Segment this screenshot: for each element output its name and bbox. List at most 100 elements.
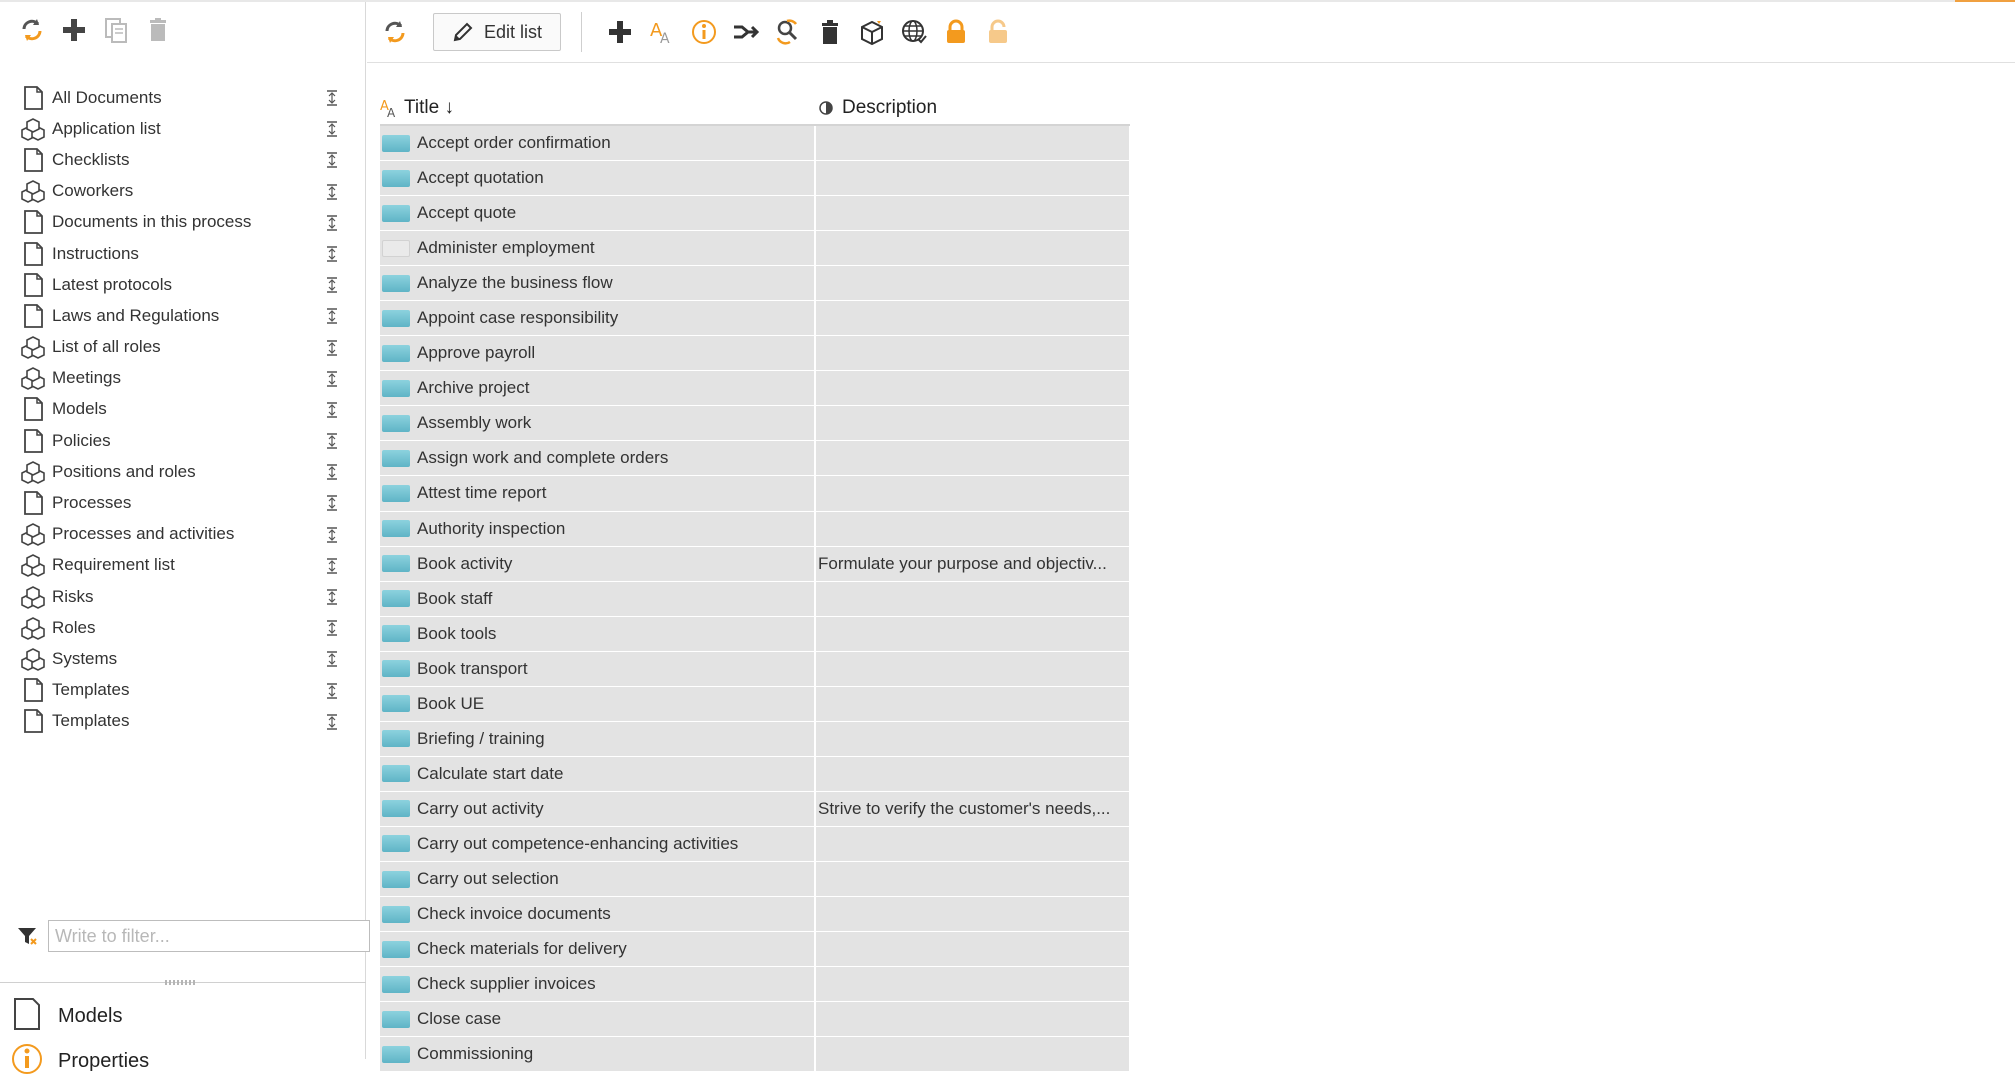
refresh-icon[interactable]	[381, 18, 409, 46]
description-cell[interactable]	[816, 651, 1129, 687]
table-row[interactable]: Archive project	[380, 371, 1130, 407]
title-cell[interactable]: Approve payroll	[380, 336, 816, 372]
title-cell[interactable]: Archive project	[380, 371, 816, 407]
drag-handle-icon[interactable]	[326, 370, 338, 387]
drag-handle-icon[interactable]	[326, 682, 338, 699]
nav-item[interactable]: Processes and activities	[18, 519, 348, 550]
tab-properties[interactable]: Properties	[10, 1042, 149, 1081]
nav-item[interactable]: Requirement list	[18, 550, 348, 581]
title-cell[interactable]: Check invoice documents	[380, 897, 816, 933]
description-cell[interactable]	[816, 1002, 1129, 1038]
drag-handle-icon[interactable]	[326, 308, 338, 325]
description-cell[interactable]	[816, 511, 1129, 547]
nav-item[interactable]: Systems	[18, 643, 348, 674]
globe-icon[interactable]	[900, 18, 928, 46]
description-cell[interactable]	[816, 967, 1129, 1003]
description-cell[interactable]	[816, 161, 1129, 197]
nav-item[interactable]: All Documents	[18, 82, 348, 113]
table-row[interactable]: Check supplier invoices	[380, 967, 1130, 1003]
table-row[interactable]: Commissioning	[380, 1037, 1130, 1073]
title-cell[interactable]: Accept quote	[380, 196, 816, 232]
column-header-description[interactable]: Description	[818, 97, 1130, 119]
nav-item[interactable]: List of all roles	[18, 332, 348, 363]
panel-splitter[interactable]	[0, 977, 366, 989]
nav-item[interactable]: Policies	[18, 425, 348, 456]
description-cell[interactable]	[816, 336, 1129, 372]
table-row[interactable]: Accept quotation	[380, 161, 1130, 197]
nav-item[interactable]: Checklists	[18, 144, 348, 175]
title-cell[interactable]: Check materials for delivery	[380, 932, 816, 968]
drag-handle-icon[interactable]	[326, 402, 338, 418]
description-cell[interactable]	[816, 1037, 1129, 1073]
title-cell[interactable]: Briefing / training	[380, 721, 816, 757]
title-cell[interactable]: Book activity	[380, 546, 816, 582]
table-row[interactable]: Book tools	[380, 616, 1130, 652]
drag-handle-icon[interactable]	[326, 215, 338, 231]
drag-handle-icon[interactable]	[326, 558, 338, 574]
nav-item[interactable]: Models	[18, 394, 348, 425]
description-cell[interactable]: Formulate your purpose and objectiv...	[816, 546, 1129, 582]
table-row[interactable]: Assign work and complete orders	[380, 441, 1130, 477]
nav-item[interactable]: Processes	[18, 487, 348, 518]
title-cell[interactable]: Carry out selection	[380, 861, 816, 898]
drag-handle-icon[interactable]	[326, 433, 338, 449]
description-cell[interactable]	[816, 861, 1129, 898]
table-row[interactable]: Check materials for delivery	[380, 932, 1130, 968]
lock-icon[interactable]	[942, 18, 970, 46]
merge-icon[interactable]	[732, 18, 760, 46]
description-cell[interactable]	[816, 932, 1129, 968]
nav-item[interactable]: Documents in this process	[18, 207, 348, 238]
table-row[interactable]: Calculate start date	[380, 756, 1130, 792]
title-cell[interactable]: Appoint case responsibility	[380, 301, 816, 337]
title-cell[interactable]: Administer employment	[380, 231, 816, 267]
title-cell[interactable]: Book UE	[380, 686, 816, 722]
description-cell[interactable]	[816, 266, 1129, 302]
description-cell[interactable]	[816, 616, 1129, 652]
table-row[interactable]: Analyze the business flow	[380, 266, 1130, 302]
title-cell[interactable]: Assembly work	[380, 406, 816, 442]
description-cell[interactable]	[816, 231, 1129, 267]
description-cell[interactable]	[816, 196, 1129, 232]
description-cell[interactable]	[816, 581, 1129, 617]
nav-item[interactable]: Coworkers	[18, 176, 348, 207]
nav-item[interactable]: Latest protocols	[18, 269, 348, 300]
title-cell[interactable]: Analyze the business flow	[380, 266, 816, 302]
replace-icon[interactable]	[774, 18, 802, 46]
drag-handle-icon[interactable]	[326, 651, 338, 668]
description-cell[interactable]	[816, 686, 1129, 722]
title-cell[interactable]: Commissioning	[380, 1037, 816, 1073]
add-icon[interactable]	[606, 18, 634, 46]
drag-handle-icon[interactable]	[326, 246, 338, 262]
description-cell[interactable]	[816, 406, 1129, 442]
nav-item[interactable]: Positions and roles	[18, 456, 348, 487]
description-cell[interactable]	[816, 126, 1129, 162]
table-row[interactable]: Book activity Formulate your purpose and …	[380, 546, 1130, 582]
drag-handle-icon[interactable]	[326, 714, 338, 730]
table-row[interactable]: Attest time report	[380, 476, 1130, 512]
table-row[interactable]: Administer employment	[380, 231, 1130, 267]
description-cell[interactable]	[816, 897, 1129, 933]
title-cell[interactable]: Authority inspection	[380, 511, 816, 547]
tab-models[interactable]: Models	[10, 997, 122, 1036]
title-cell[interactable]: Calculate start date	[380, 756, 816, 792]
description-cell[interactable]	[816, 476, 1129, 512]
description-cell[interactable]	[816, 301, 1129, 337]
description-cell[interactable]	[816, 756, 1129, 792]
nav-item[interactable]: Roles	[18, 612, 348, 643]
nav-item[interactable]: Templates	[18, 675, 348, 706]
add-icon[interactable]	[60, 16, 88, 44]
description-cell[interactable]: Strive to verify the customer's needs,..…	[816, 791, 1129, 827]
drag-handle-icon[interactable]	[326, 183, 338, 200]
drag-handle-icon[interactable]	[326, 90, 338, 106]
table-row[interactable]: Close case	[380, 1002, 1130, 1038]
drag-handle-icon[interactable]	[326, 620, 338, 636]
title-cell[interactable]: Assign work and complete orders	[380, 441, 816, 477]
refresh-icon[interactable]	[18, 16, 46, 44]
table-row[interactable]: Approve payroll	[380, 336, 1130, 372]
title-cell[interactable]: Book staff	[380, 581, 816, 617]
unlock-icon[interactable]	[984, 18, 1012, 46]
table-row[interactable]: Check invoice documents	[380, 897, 1130, 933]
table-row[interactable]: Authority inspection	[380, 511, 1130, 547]
description-cell[interactable]	[816, 721, 1129, 757]
title-cell[interactable]: Carry out activity	[380, 791, 816, 827]
